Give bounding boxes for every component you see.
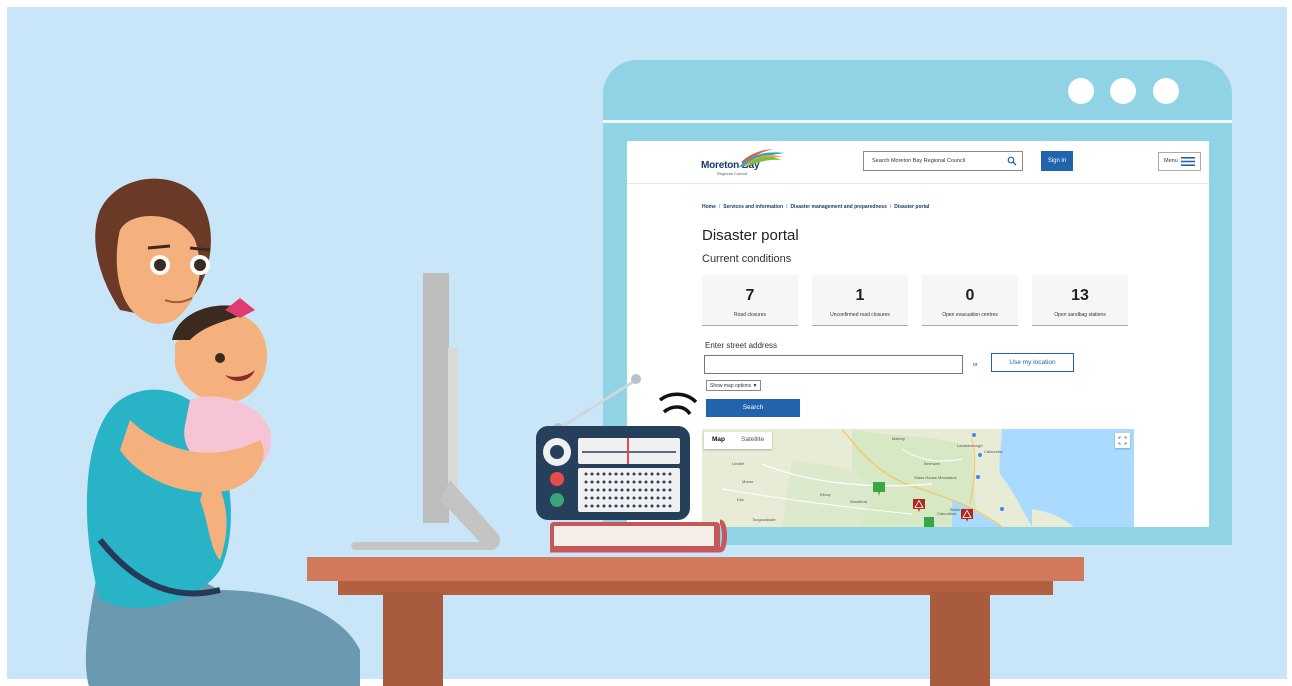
road-closure-warning-icon[interactable]	[961, 509, 973, 522]
breadcrumb-separator: /	[718, 204, 721, 210]
breadcrumb-disaster-management[interactable]: Disaster management and preparedness	[790, 204, 886, 210]
mother-and-baby-illustration	[85, 178, 360, 686]
breadcrumb-disaster-portal[interactable]: Disaster portal	[894, 204, 929, 210]
sign-in-button[interactable]: Sign in	[1041, 151, 1073, 171]
map-place-label: Glass House Mountains	[914, 475, 957, 480]
stat-card-unconfirmed-road-closures[interactable]: 1 Unconfirmed road closures	[812, 275, 908, 326]
map-view[interactable]: Linville Moore Kilcoy Woodford Beerwah C…	[702, 429, 1134, 527]
breadcrumb-services[interactable]: Services and information	[723, 204, 783, 210]
stat-value: 1	[855, 287, 865, 304]
breadcrumb-separator: /	[786, 204, 788, 210]
window-divider	[603, 120, 1232, 123]
logo-subtext: Regional Council	[717, 171, 748, 176]
stat-label: Unconfirmed road closures	[830, 312, 890, 318]
address-label: Enter street address	[705, 341, 778, 350]
stat-value: 7	[745, 287, 755, 304]
page-title: Disaster portal	[702, 227, 799, 244]
map-place-label: Woodford	[850, 499, 868, 504]
use-my-location-button[interactable]: Use my location	[991, 353, 1074, 372]
stat-card-road-closures[interactable]: 7 Road closures	[702, 275, 798, 326]
caret-down-icon: ▼	[752, 383, 758, 389]
page-subtitle: Current conditions	[702, 253, 792, 265]
sandbag-marker-icon[interactable]	[873, 482, 885, 496]
window-dot-icon	[1068, 78, 1094, 104]
fullscreen-button[interactable]	[1115, 433, 1130, 448]
stat-value: 0	[965, 287, 975, 304]
map-place-label: Toogoolawah	[752, 517, 776, 522]
logo-swoosh-icon	[739, 149, 785, 167]
stat-label: Road closures	[734, 312, 766, 318]
stat-value: 13	[1071, 287, 1089, 304]
site-header: Moreton Bay Regional Council Search More…	[627, 141, 1209, 184]
sandbag-marker-icon[interactable]	[924, 517, 934, 527]
search-icon[interactable]	[1007, 156, 1017, 166]
map-place-label: Kilcoy	[820, 492, 831, 497]
map-place-label: Maleny	[892, 436, 905, 441]
table-leg	[383, 592, 443, 686]
search-placeholder: Search Moreton Bay Regional Council	[872, 158, 966, 164]
stat-label: Open sandbag stations	[1054, 312, 1106, 318]
hamburger-icon[interactable]	[1181, 157, 1195, 166]
radio-illustration	[536, 374, 727, 553]
breadcrumb: Home / Services and information / Disaster m…	[702, 204, 929, 210]
illustration-scene: Moreton Bay Regional Council Search More…	[0, 0, 1292, 686]
map-place-label: Caloundra	[984, 449, 1003, 454]
menu-button[interactable]: Menu	[1158, 152, 1201, 171]
breadcrumb-separator: /	[889, 204, 892, 210]
stat-card-evacuation-centres[interactable]: 0 Open evacuation centres	[922, 275, 1018, 326]
menu-label: Menu	[1164, 158, 1178, 164]
window-dot-icon	[1153, 78, 1179, 104]
map-place-label: Landsborough	[957, 443, 983, 448]
window-dot-icon	[1110, 78, 1136, 104]
road-closure-warning-icon[interactable]	[913, 499, 925, 512]
fullscreen-icon	[1118, 436, 1127, 445]
table-leg	[930, 592, 990, 686]
stat-label: Open evacuation centres	[942, 312, 998, 318]
or-text: or	[973, 362, 978, 368]
map-place-label: Beerwah	[924, 461, 940, 466]
site-search-input[interactable]: Search Moreton Bay Regional Council	[863, 151, 1023, 171]
breadcrumb-home[interactable]: Home	[702, 204, 716, 210]
stat-card-sandbag-stations[interactable]: 13 Open sandbag stations	[1032, 275, 1128, 326]
